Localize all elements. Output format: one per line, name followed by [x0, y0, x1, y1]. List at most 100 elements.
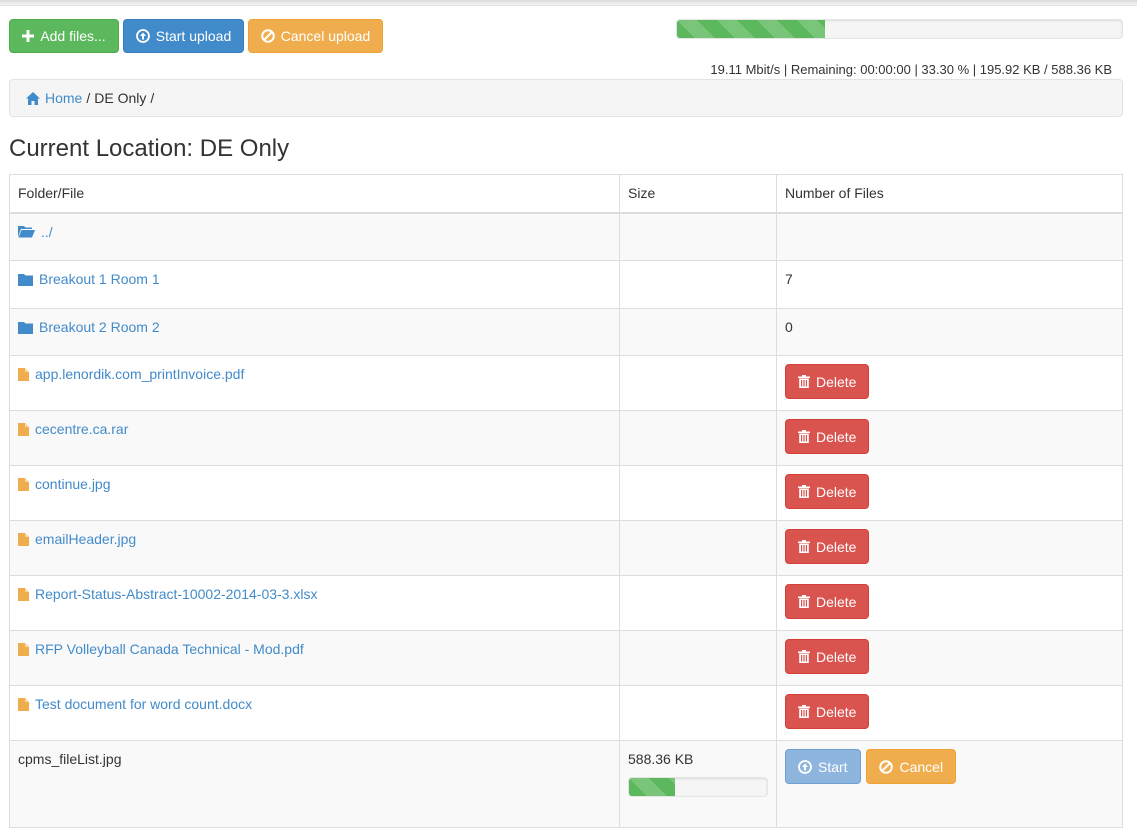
table-row: Report-Status-Abstract-10002-2014-03-3.x…: [9, 575, 1123, 631]
cell-name: app.lenordik.com_printInvoice.pdf: [9, 355, 620, 411]
page-title: Current Location: DE Only: [9, 135, 290, 162]
trash-icon: [798, 595, 810, 608]
file-icon: [18, 422, 29, 436]
cancel-upload-button[interactable]: Cancel upload: [248, 19, 383, 53]
cancel-upload-label: Cancel upload: [280, 28, 371, 44]
cell-size: [619, 685, 777, 741]
cell-name: Test document for word count.docx: [9, 685, 620, 741]
delete-label: Delete: [816, 538, 857, 555]
table-row: RFP Volleyball Canada Technical - Mod.pd…: [9, 630, 1123, 686]
delete-button[interactable]: Delete: [785, 364, 870, 399]
file-name: Test document for word count.docx: [35, 696, 253, 712]
row-actions: Delete: [785, 639, 1114, 675]
delete-button[interactable]: Delete: [785, 639, 870, 674]
cell-actions: Delete: [776, 465, 1123, 521]
parent-folder-label: ../: [41, 223, 53, 240]
ban-icon: [879, 759, 894, 774]
cell-name: cpms_fileList.jpg: [9, 740, 620, 828]
folder-name: Breakout 2 Room 2: [39, 319, 160, 335]
header-folder-file: Folder/File: [9, 174, 620, 214]
start-upload-button[interactable]: Start upload: [123, 19, 244, 53]
file-name: RFP Volleyball Canada Technical - Mod.pd…: [35, 641, 304, 657]
parent-folder-link[interactable]: ../: [18, 224, 53, 240]
breadcrumb-separator: /: [150, 90, 155, 106]
table-header-row: Folder/File Size Number of Files: [9, 174, 1123, 214]
start-button[interactable]: Start: [785, 749, 861, 784]
trash-icon: [798, 540, 810, 553]
delete-label: Delete: [816, 703, 857, 720]
file-icon: [18, 587, 29, 601]
trash-icon: [798, 650, 810, 663]
delete-label: Delete: [816, 648, 857, 665]
file-link[interactable]: Test document for word count.docx: [18, 696, 252, 712]
file-link[interactable]: RFP Volleyball Canada Technical - Mod.pd…: [18, 641, 304, 657]
table-row: continue.jpg Delete: [9, 465, 1123, 521]
cancel-button[interactable]: Cancel: [866, 749, 957, 784]
delete-label: Delete: [816, 373, 857, 390]
file-name: app.lenordik.com_printInvoice.pdf: [35, 366, 245, 382]
start-upload-label: Start upload: [155, 28, 232, 44]
cell-size: [619, 355, 777, 411]
table-row: Breakout 2 Room 2 0: [9, 308, 1123, 356]
cell-name: continue.jpg: [9, 465, 620, 521]
table-row: cecentre.ca.rar Delete: [9, 410, 1123, 466]
delete-label: Delete: [816, 593, 857, 610]
cell-name: ../: [9, 212, 620, 261]
cell-size: [619, 575, 777, 631]
file-icon: [18, 367, 29, 381]
cancel-label: Cancel: [899, 758, 944, 775]
cell-actions: Delete: [776, 520, 1123, 576]
row-actions: Delete: [785, 474, 1114, 510]
cell-size: [619, 308, 777, 356]
cell-size: [619, 410, 777, 466]
row-actions: Delete: [785, 364, 1114, 400]
delete-label: Delete: [816, 483, 857, 500]
cell-name: Report-Status-Abstract-10002-2014-03-3.x…: [9, 575, 620, 631]
delete-button[interactable]: Delete: [785, 474, 870, 509]
upload-progress-bar: [676, 19, 1123, 39]
cell-size: [619, 260, 777, 309]
table-row: Test document for word count.docx Delete: [9, 685, 1123, 741]
circle-arrow-up-icon: [135, 29, 150, 43]
folder-link[interactable]: Breakout 1 Room 1: [18, 271, 160, 287]
file-link[interactable]: emailHeader.jpg: [18, 531, 136, 547]
table-row: app.lenordik.com_printInvoice.pdf Delete: [9, 355, 1123, 411]
breadcrumb: Home / DE Only /: [9, 79, 1123, 117]
file-link[interactable]: app.lenordik.com_printInvoice.pdf: [18, 366, 244, 382]
delete-button[interactable]: Delete: [785, 584, 870, 619]
cell-actions: Delete: [776, 630, 1123, 686]
breadcrumb-home-link[interactable]: Home: [26, 90, 82, 106]
home-icon: [26, 91, 40, 105]
trash-icon: [798, 705, 810, 718]
cell-name: Breakout 1 Room 1: [9, 260, 620, 309]
folder-icon: [18, 273, 33, 286]
ban-icon: [260, 29, 275, 43]
cell-size: [619, 520, 777, 576]
header-number-of-files: Number of Files: [776, 174, 1123, 214]
folder-icon: [18, 321, 33, 334]
add-files-button[interactable]: Add files...: [9, 19, 119, 53]
header-size: Size: [619, 174, 777, 214]
table-row-pending-upload: cpms_fileList.jpg 588.36 KB Start Cancel: [9, 740, 1123, 828]
delete-button[interactable]: Delete: [785, 529, 870, 564]
file-link[interactable]: Report-Status-Abstract-10002-2014-03-3.x…: [18, 586, 317, 602]
folder-link[interactable]: Breakout 2 Room 2: [18, 319, 160, 335]
start-label: Start: [818, 758, 848, 775]
pending-file-name: cpms_fileList.jpg: [18, 751, 122, 767]
file-name: Report-Status-Abstract-10002-2014-03-3.x…: [35, 586, 318, 602]
cell-actions: Delete: [776, 575, 1123, 631]
cell-size: [619, 630, 777, 686]
file-link[interactable]: continue.jpg: [18, 476, 111, 492]
table-row: Breakout 1 Room 1 7: [9, 260, 1123, 309]
delete-button[interactable]: Delete: [785, 419, 870, 454]
delete-button[interactable]: Delete: [785, 694, 870, 729]
folder-open-icon: [18, 226, 35, 238]
trash-icon: [798, 485, 810, 498]
trash-icon: [798, 375, 810, 388]
row-actions: Delete: [785, 419, 1114, 455]
table-row: emailHeader.jpg Delete: [9, 520, 1123, 576]
cell-name: RFP Volleyball Canada Technical - Mod.pd…: [9, 630, 620, 686]
file-link[interactable]: cecentre.ca.rar: [18, 421, 128, 437]
breadcrumb-separator: /: [86, 90, 91, 106]
file-name: continue.jpg: [35, 476, 111, 492]
